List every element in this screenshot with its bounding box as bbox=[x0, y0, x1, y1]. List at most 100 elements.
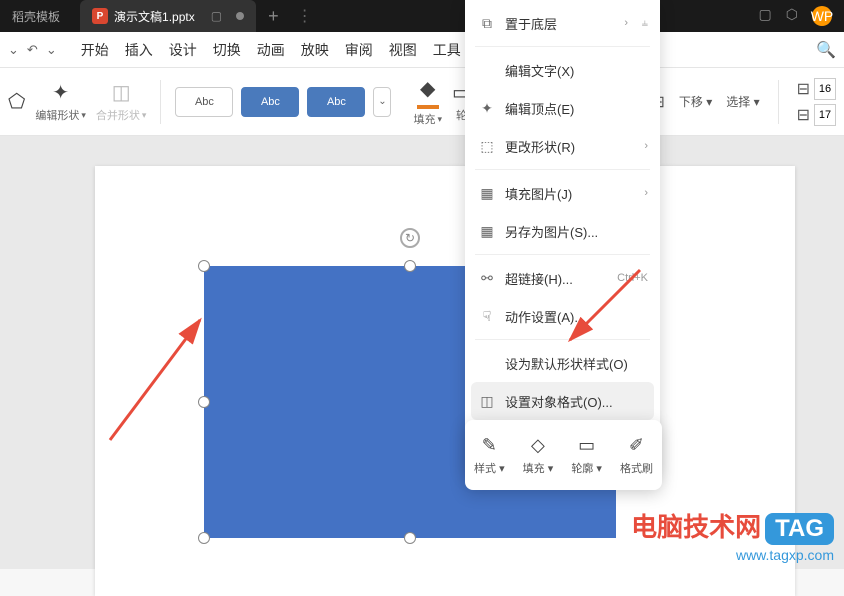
picture-icon: ▦ bbox=[479, 185, 495, 202]
height-input[interactable]: 17 bbox=[814, 104, 836, 126]
context-menu: ⧉ 置于底层 › ⫨ 编辑文字(X) ✦ 编辑顶点(E) ⬚ 更改形状(R) › ▦ 填充图片… bbox=[465, 0, 660, 475]
label: 填充 bbox=[413, 111, 435, 127]
tab-label: 稻壳模板 bbox=[12, 8, 60, 25]
tab-right-icons: ▢ ⬡ WP bbox=[759, 6, 844, 26]
shape-preset-2[interactable]: Abc bbox=[241, 87, 299, 117]
menu-design[interactable]: 设计 bbox=[169, 40, 197, 60]
ctx-label: 更改形状(R) bbox=[505, 137, 575, 156]
separator bbox=[778, 80, 779, 124]
user-avatar[interactable]: WP bbox=[812, 6, 832, 26]
monitor-icon: ▢ bbox=[211, 9, 222, 23]
label: 格式刷 bbox=[620, 460, 653, 476]
pentagon-tool[interactable]: ⬠ bbox=[8, 89, 25, 114]
shape-preset-3[interactable]: Abc bbox=[307, 87, 365, 117]
send-back-icon: ⫨ bbox=[642, 17, 648, 30]
resize-handle[interactable] bbox=[404, 532, 416, 544]
menu-animation[interactable]: 动画 bbox=[257, 40, 285, 60]
ctx-label: 编辑顶点(E) bbox=[505, 99, 574, 118]
chevron-right-icon: › bbox=[624, 17, 628, 29]
chevron-right-icon: › bbox=[644, 187, 648, 199]
width-icon: ⊟ bbox=[797, 79, 810, 99]
picture-icon: ▦ bbox=[479, 223, 495, 240]
action-icon: ☟ bbox=[479, 308, 495, 325]
resize-handle[interactable] bbox=[198, 532, 210, 544]
ctx-change-shape[interactable]: ⬚更改形状(R)› bbox=[465, 127, 660, 165]
fill-button[interactable]: ◆ 填充 ▾ bbox=[413, 76, 442, 127]
preset-more-button[interactable]: ⌄ bbox=[373, 87, 391, 117]
ctx-action-settings[interactable]: ☟ 动作设置(A)... bbox=[465, 297, 660, 335]
merge-shape-button[interactable]: ◫ 合并形状 ▾ bbox=[96, 80, 147, 123]
search-icon[interactable]: 🔍 bbox=[816, 40, 836, 60]
menu-transition[interactable]: 切换 bbox=[213, 40, 241, 60]
label: 合并形状 bbox=[96, 107, 140, 123]
ctx-label: 置于底层 bbox=[505, 14, 557, 33]
resize-handle[interactable] bbox=[198, 396, 210, 408]
ctx-label: 填充图片(J) bbox=[505, 184, 572, 203]
select-button[interactable]: 选择 ▾ bbox=[726, 93, 759, 110]
resize-handle[interactable] bbox=[198, 260, 210, 272]
ctx-label: 设置对象格式(O)... bbox=[505, 392, 613, 411]
edit-shape-button[interactable]: ✦ 编辑形状 ▾ bbox=[35, 80, 86, 123]
tab-label: 演示文稿1.pptx bbox=[114, 8, 195, 25]
separator bbox=[160, 80, 161, 124]
ctx-format-object[interactable]: ◫设置对象格式(O)... bbox=[471, 382, 654, 420]
quick-tools: ⌄ ↶ ⌄ bbox=[8, 42, 57, 58]
points-icon: ✦ bbox=[479, 100, 495, 117]
ctx-label: 动作设置(A)... bbox=[505, 307, 585, 326]
ctx-send-to-back[interactable]: ⧉ 置于底层 › ⫨ bbox=[465, 4, 660, 42]
move-down-button[interactable]: 下移 ▾ bbox=[679, 93, 712, 110]
separator bbox=[475, 254, 650, 255]
ctx-set-default-style[interactable]: 设为默认形状样式(O) bbox=[465, 344, 660, 382]
ctx-edit-text[interactable]: 编辑文字(X) bbox=[465, 51, 660, 89]
tab-add-button[interactable]: + bbox=[256, 6, 291, 27]
fill-icon: ◇ bbox=[531, 435, 545, 456]
pptx-icon: P bbox=[92, 8, 108, 24]
dropdown-icon[interactable]: ⌄ bbox=[8, 42, 19, 58]
menu-slideshow[interactable]: 放映 bbox=[301, 40, 329, 60]
float-style-button[interactable]: ✎样式 ▾ bbox=[474, 435, 505, 476]
float-format-painter-button[interactable]: ✐ 格式刷 bbox=[620, 435, 653, 476]
ctx-save-as-picture[interactable]: ▦ 另存为图片(S)... bbox=[465, 212, 660, 250]
shape-icon: ⬚ bbox=[479, 138, 495, 155]
menu-insert[interactable]: 插入 bbox=[125, 40, 153, 60]
window-icon[interactable]: ▢ bbox=[759, 6, 772, 26]
floating-format-bar: ✎样式 ▾ ◇填充 ▾ ▭轮廓 ▾ ✐格式刷 bbox=[465, 420, 662, 490]
menu-tools[interactable]: 工具 bbox=[433, 40, 461, 60]
format-toolbar: ⬠ ✦ 编辑形状 ▾ ◫ 合并形状 ▾ Abc Abc Abc ⌄ ◆ 填充 ▾… bbox=[0, 68, 844, 136]
label: 样式 bbox=[474, 463, 496, 475]
shortcut: Ctrl+K bbox=[617, 272, 648, 284]
shape-preset-1[interactable]: Abc bbox=[175, 87, 233, 117]
ctx-label: 另存为图片(S)... bbox=[505, 222, 598, 241]
ctx-edit-points[interactable]: ✦ 编辑顶点(E) bbox=[465, 89, 660, 127]
menu-view[interactable]: 视图 bbox=[389, 40, 417, 60]
ctx-label: 编辑文字(X) bbox=[505, 61, 574, 80]
ctx-label: 设为默认形状样式(O) bbox=[505, 354, 628, 373]
menu-items: 开始 插入 设计 切换 动画 放映 审阅 视图 工具 bbox=[81, 40, 461, 60]
menu-bar: ⌄ ↶ ⌄ 开始 插入 设计 切换 动画 放映 审阅 视图 工具 🔍 bbox=[0, 32, 844, 68]
watermark-tag: TAG bbox=[765, 513, 834, 545]
tab-active[interactable]: P 演示文稿1.pptx ▢ bbox=[80, 0, 256, 32]
redo-icon[interactable]: ⌄ bbox=[46, 42, 57, 58]
menu-review[interactable]: 审阅 bbox=[345, 40, 373, 60]
rotation-handle[interactable]: ↻ bbox=[400, 228, 420, 248]
undo-icon[interactable]: ↶ bbox=[27, 42, 38, 58]
label: 编辑形状 bbox=[35, 107, 79, 123]
painter-icon: ✐ bbox=[629, 435, 644, 456]
separator bbox=[475, 46, 650, 47]
float-fill-button[interactable]: ◇填充 ▾ bbox=[523, 435, 554, 476]
cube-icon[interactable]: ⬡ bbox=[786, 6, 798, 26]
label: 填充 bbox=[523, 463, 545, 475]
menu-start[interactable]: 开始 bbox=[81, 40, 109, 60]
watermark-url: www.tagxp.com bbox=[631, 547, 834, 563]
tab-modified-dot bbox=[236, 12, 244, 20]
float-outline-button[interactable]: ▭轮廓 ▾ bbox=[571, 435, 602, 476]
ctx-hyperlink[interactable]: ⚯超链接(H)...Ctrl+K bbox=[465, 259, 660, 297]
resize-handle[interactable] bbox=[404, 260, 416, 272]
width-input[interactable]: 16 bbox=[814, 78, 836, 100]
tab-template[interactable]: 稻壳模板 bbox=[0, 0, 72, 32]
watermark: 电脑技术网TAG www.tagxp.com bbox=[631, 507, 834, 563]
layer-icon: ⧉ bbox=[479, 15, 495, 32]
ctx-fill-picture[interactable]: ▦ 填充图片(J) › bbox=[465, 174, 660, 212]
tab-more-icon[interactable]: ⋮ bbox=[297, 6, 313, 26]
outline-icon: ▭ bbox=[578, 435, 595, 456]
